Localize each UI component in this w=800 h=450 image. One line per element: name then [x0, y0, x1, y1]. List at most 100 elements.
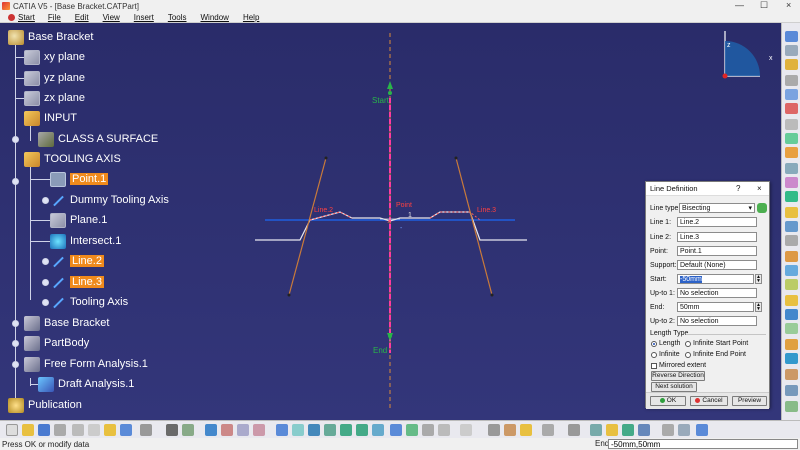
tree-item-tooling-axis-set[interactable]: TOOLING AXIS [24, 150, 121, 168]
tree-item-partbody[interactable]: PartBody [24, 334, 89, 352]
undo-icon[interactable] [120, 424, 132, 436]
toolbar-icon[interactable] [785, 295, 798, 306]
menu-help[interactable]: Help [236, 13, 266, 22]
update-icon[interactable] [590, 424, 602, 436]
toolbar-icon[interactable] [785, 75, 798, 86]
normal-view-icon[interactable] [372, 424, 384, 436]
start-arrow-icon[interactable] [387, 81, 393, 89]
mirrored-extent-checkbox[interactable] [651, 363, 657, 369]
cut-icon[interactable] [72, 424, 84, 436]
toolbar-icon[interactable] [785, 339, 798, 350]
toolbar-icon[interactable] [785, 31, 798, 42]
measure-between-icon[interactable] [504, 424, 516, 436]
end-arrow-icon[interactable] [387, 333, 393, 341]
toolbar-icon[interactable] [785, 221, 798, 232]
expand-toggle[interactable] [42, 197, 49, 204]
tree-item-input[interactable]: INPUT [24, 109, 77, 127]
scan-icon[interactable] [606, 424, 618, 436]
point-field[interactable]: Point.1 [677, 246, 757, 256]
snap-icon[interactable] [662, 424, 674, 436]
radio-infinite-end[interactable] [685, 352, 691, 358]
menu-insert[interactable]: Insert [127, 13, 161, 22]
next-solution-button[interactable]: Next solution [651, 382, 697, 392]
maximize-button[interactable]: ☐ [760, 0, 768, 11]
toolbar-icon[interactable] [785, 177, 798, 188]
toolbar-icon[interactable] [785, 59, 798, 70]
fly-icon[interactable] [276, 424, 288, 436]
pan-icon[interactable] [308, 424, 320, 436]
grid-icon[interactable] [568, 424, 580, 436]
cancel-button[interactable]: Cancel [690, 396, 728, 406]
toolbar-icon[interactable] [785, 401, 798, 412]
swap-icon[interactable] [438, 424, 450, 436]
what-icon[interactable] [140, 424, 152, 436]
expand-toggle[interactable] [12, 178, 19, 185]
specification-tree[interactable]: Base Bracket xy plane yz plane zx plane … [0, 23, 200, 420]
line-type-select[interactable]: Bisecting ▾ [679, 203, 755, 213]
rotate-icon[interactable] [324, 424, 336, 436]
render-icon[interactable] [406, 424, 418, 436]
toolbar-icon[interactable] [785, 385, 798, 396]
toolbar-icon[interactable] [785, 251, 798, 262]
tree-item-class-a-surface[interactable]: CLASS A SURFACE [38, 130, 158, 148]
minimize-button[interactable]: — [735, 0, 744, 10]
radio-infinite-start[interactable] [685, 341, 691, 347]
save-icon[interactable] [38, 424, 50, 436]
start-marker[interactable] [388, 91, 392, 95]
toolbar-icon[interactable] [785, 163, 798, 174]
toolbar-icon[interactable] [785, 103, 798, 114]
toolbar-icon[interactable] [785, 309, 798, 320]
open-icon[interactable] [22, 424, 34, 436]
measure-icon[interactable] [221, 424, 233, 436]
toolbar-icon[interactable] [785, 191, 798, 202]
ok-button[interactable]: OK [650, 396, 686, 406]
toolbar-icon[interactable] [785, 369, 798, 380]
toolbar-icon[interactable] [785, 279, 798, 290]
tree-item-base-bracket[interactable]: Base Bracket [24, 314, 109, 332]
copy-icon[interactable] [88, 424, 100, 436]
line2-field[interactable]: Line.3 [677, 232, 757, 242]
upto1-field[interactable]: No selection [677, 288, 757, 298]
paste-icon[interactable] [104, 424, 116, 436]
menu-view[interactable]: View [96, 13, 127, 22]
menu-start[interactable]: Start [4, 13, 41, 22]
toolbar-icon[interactable] [785, 265, 798, 276]
upto2-field[interactable]: No selection [677, 316, 757, 326]
start-field[interactable]: -50mm [677, 274, 754, 284]
zoom-in-icon[interactable] [340, 424, 352, 436]
tree-item-yz-plane[interactable]: yz plane [24, 69, 85, 87]
tree-item-draft-analysis[interactable]: Draft Analysis.1 [38, 375, 134, 393]
toolbar-icon[interactable] [785, 323, 798, 334]
expand-toggle[interactable] [42, 258, 49, 265]
compass-tool-icon[interactable] [488, 424, 500, 436]
sketch-icon[interactable] [182, 424, 194, 436]
start-spinner[interactable]: ▲ ▼ [755, 274, 762, 284]
end-field[interactable]: 50mm [677, 302, 754, 312]
zoom-out-icon[interactable] [356, 424, 368, 436]
sketcher-icon[interactable] [542, 424, 554, 436]
toolbar-icon[interactable] [785, 133, 798, 144]
hide-show-icon[interactable] [422, 424, 434, 436]
tree-item-zx-plane[interactable]: zx plane [24, 89, 85, 107]
tree-item-publication[interactable]: Publication [8, 396, 82, 414]
formula-icon[interactable] [166, 424, 178, 436]
menu-tools[interactable]: Tools [161, 13, 194, 22]
reverse-direction-button[interactable]: Reverse Direction [651, 371, 705, 381]
analysis-tool-icon[interactable] [253, 424, 265, 436]
tree-root[interactable]: Base Bracket [8, 28, 93, 46]
toolbar-icon[interactable] [785, 119, 798, 130]
radio-infinite[interactable] [651, 352, 657, 358]
close-dialog-button[interactable]: × [757, 184, 762, 193]
toolbar-icon[interactable] [785, 207, 798, 218]
tree-item-xy-plane[interactable]: xy plane [24, 48, 85, 66]
expand-toggle[interactable] [12, 136, 19, 143]
expand-toggle[interactable] [12, 320, 19, 327]
line3-geometry[interactable] [455, 157, 493, 296]
tree-item-dummy-tooling-axis[interactable]: Dummy Tooling Axis [50, 191, 169, 209]
line1-field[interactable]: Line.2 [677, 217, 757, 227]
tree-icon[interactable] [638, 424, 650, 436]
toolbar-icon[interactable] [785, 235, 798, 246]
expand-toggle[interactable] [42, 279, 49, 286]
property-icon[interactable] [460, 424, 472, 436]
layer-icon[interactable] [678, 424, 690, 436]
